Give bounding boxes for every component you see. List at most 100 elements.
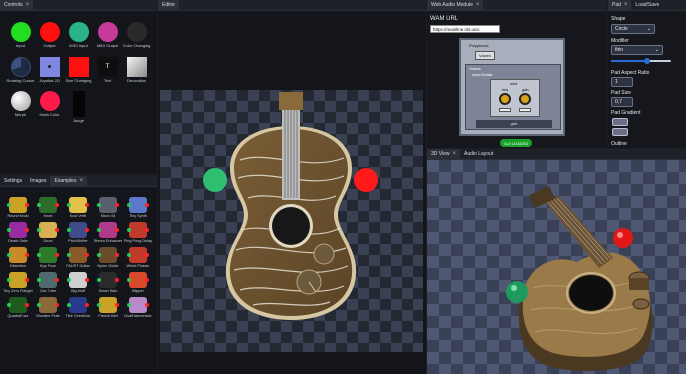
example-thumbnail-icon[interactable] bbox=[7, 222, 29, 238]
example-item[interactable]: Osc Tube bbox=[33, 272, 63, 293]
output-pad[interactable] bbox=[354, 168, 378, 192]
tab-wam[interactable]: Web Audio Module × bbox=[427, 0, 484, 11]
modifier-slider-track[interactable] bbox=[611, 58, 671, 64]
control-item[interactable]: Jauge bbox=[64, 91, 93, 124]
example-thumbnail-icon[interactable] bbox=[7, 272, 29, 288]
control-item[interactable]: Input bbox=[6, 22, 35, 49]
example-item[interactable]: PitchShifter bbox=[63, 222, 93, 243]
size-input[interactable]: 0,7 bbox=[611, 97, 633, 107]
guitar-3d-output-pad[interactable] bbox=[613, 228, 633, 248]
wam-url-input[interactable]: https://mainline.i3s.unic bbox=[430, 25, 500, 33]
example-item[interactable]: Tiny Zero Flanger bbox=[3, 272, 33, 293]
knob-freq[interactable] bbox=[499, 93, 511, 105]
example-thumbnail-icon[interactable] bbox=[67, 297, 89, 313]
tab-examples[interactable]: Examples × bbox=[50, 176, 87, 187]
aspect-input[interactable]: 1 bbox=[611, 77, 633, 87]
example-thumbnail-icon[interactable] bbox=[7, 297, 29, 313]
example-item[interactable]: Ping Pong Delay bbox=[123, 222, 153, 243]
example-item[interactable]: Death Gate bbox=[3, 222, 33, 243]
midi-field-2[interactable] bbox=[519, 108, 531, 112]
example-item[interactable]: French Bell bbox=[93, 297, 123, 318]
guitar-3d-knob-2[interactable] bbox=[632, 298, 650, 310]
example-item[interactable]: Nylon Guitar bbox=[93, 247, 123, 268]
gradient-swatch-1[interactable] bbox=[612, 118, 628, 126]
example-item[interactable]: Big Muff bbox=[63, 272, 93, 293]
modifier-slider-thumb[interactable] bbox=[644, 58, 650, 64]
example-item[interactable]: Kool Verb bbox=[63, 197, 93, 218]
example-thumbnail-icon[interactable] bbox=[127, 297, 149, 313]
gradient-swatch-2[interactable] bbox=[612, 128, 628, 136]
close-icon[interactable]: × bbox=[79, 178, 83, 184]
control-text-icon[interactable]: T bbox=[97, 56, 118, 77]
example-item[interactable]: Kpp Fuzz bbox=[33, 247, 63, 268]
control-item[interactable]: MIDI Output bbox=[93, 22, 122, 49]
example-item[interactable]: Micro Sil bbox=[93, 197, 123, 218]
example-item[interactable]: Tibe Overdrive bbox=[63, 297, 93, 318]
example-item[interactable]: Round Knob bbox=[3, 197, 33, 218]
example-item[interactable]: FAUST Guitar bbox=[63, 247, 93, 268]
control-circle-icon[interactable] bbox=[126, 22, 147, 42]
control-circle-icon[interactable] bbox=[10, 22, 31, 42]
tab-pad[interactable]: Pad × bbox=[608, 0, 632, 11]
close-icon[interactable]: × bbox=[476, 2, 480, 8]
example-item[interactable]: Knob bbox=[33, 197, 63, 218]
knob-gain[interactable] bbox=[519, 93, 531, 105]
control-item[interactable]: Morph bbox=[6, 91, 35, 124]
control-item[interactable]: Size Changing bbox=[64, 56, 93, 84]
example-thumbnail-icon[interactable] bbox=[97, 222, 119, 238]
tab-settings[interactable]: Settings bbox=[0, 176, 26, 187]
example-thumbnail-icon[interactable] bbox=[67, 247, 89, 263]
control-circle-icon[interactable] bbox=[39, 22, 60, 42]
control-item[interactable]: Color Changing bbox=[122, 22, 151, 49]
example-thumbnail-icon[interactable] bbox=[67, 197, 89, 213]
example-item[interactable]: Smart Wah bbox=[93, 272, 123, 293]
example-item[interactable]: Drum bbox=[33, 222, 63, 243]
control-item[interactable]: Joystick 2D bbox=[35, 56, 64, 84]
example-thumbnail-icon[interactable] bbox=[7, 197, 29, 213]
example-thumbnail-icon[interactable] bbox=[97, 247, 119, 263]
close-icon[interactable]: × bbox=[453, 151, 457, 157]
control-square-icon[interactable] bbox=[72, 91, 85, 117]
control-item[interactable]: Hash Color bbox=[35, 91, 64, 124]
example-item[interactable]: Distortion bbox=[3, 247, 33, 268]
control-square-icon[interactable] bbox=[126, 56, 147, 77]
example-thumbnail-icon[interactable] bbox=[127, 272, 149, 288]
example-item[interactable]: Stereo Enhancer bbox=[93, 222, 123, 243]
control-item[interactable]: Output bbox=[35, 22, 64, 49]
example-thumbnail-icon[interactable] bbox=[67, 222, 89, 238]
control-square-icon[interactable] bbox=[39, 56, 60, 77]
close-icon[interactable]: × bbox=[624, 2, 628, 8]
tab-load-save[interactable]: Load/Save bbox=[631, 0, 663, 11]
shape-select[interactable]: Circle ⌄ bbox=[611, 24, 655, 34]
example-thumbnail-icon[interactable] bbox=[37, 247, 59, 263]
control-circle-icon[interactable] bbox=[39, 91, 60, 111]
control-circle-icon[interactable] bbox=[97, 22, 118, 42]
example-item[interactable]: QuadraFuzz bbox=[3, 297, 33, 318]
example-item[interactable]: Blipper bbox=[123, 272, 153, 293]
example-thumbnail-icon[interactable] bbox=[37, 297, 59, 313]
example-item[interactable]: Wooden Flute bbox=[33, 297, 63, 318]
example-item[interactable]: Tiny Synth bbox=[123, 197, 153, 218]
control-item[interactable]: Decoration bbox=[122, 56, 151, 84]
example-thumbnail-icon[interactable] bbox=[37, 222, 59, 238]
gate-bar[interactable]: gate bbox=[476, 120, 552, 128]
guitar-3d-input-pad[interactable] bbox=[506, 281, 528, 303]
guitar-drawing[interactable] bbox=[158, 0, 426, 374]
control-item[interactable]: Rotating Cursor bbox=[6, 56, 35, 84]
control-circle-icon[interactable] bbox=[10, 56, 31, 77]
example-item[interactable]: Weird Phaser bbox=[123, 247, 153, 268]
modifier-select[interactable]: thin ⌄ bbox=[611, 45, 663, 55]
close-icon[interactable]: × bbox=[26, 2, 30, 8]
example-thumbnail-icon[interactable] bbox=[127, 247, 149, 263]
tab-3d-view[interactable]: 3D View × bbox=[427, 149, 461, 160]
tab-controls[interactable]: Controls × bbox=[0, 0, 34, 11]
example-thumbnail-icon[interactable] bbox=[7, 247, 29, 263]
midi-field-1[interactable] bbox=[499, 108, 511, 112]
voices-button[interactable]: Voices bbox=[475, 51, 495, 60]
example-thumbnail-icon[interactable] bbox=[67, 272, 89, 288]
example-thumbnail-icon[interactable] bbox=[97, 272, 119, 288]
input-pad[interactable] bbox=[203, 168, 227, 192]
control-circle-icon[interactable] bbox=[68, 22, 89, 42]
control-item[interactable]: MIDI Input bbox=[64, 22, 93, 49]
example-thumbnail-icon[interactable] bbox=[127, 222, 149, 238]
